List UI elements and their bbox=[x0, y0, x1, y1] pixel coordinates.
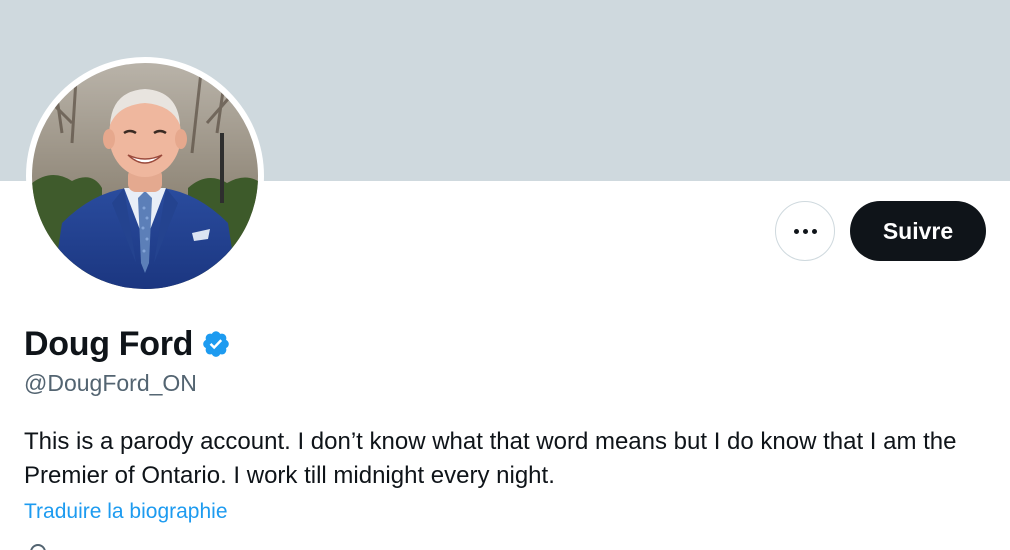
translate-bio-link[interactable]: Traduire la biographie bbox=[24, 498, 228, 526]
avatar-photo bbox=[32, 63, 258, 289]
verified-badge-icon[interactable] bbox=[201, 329, 231, 359]
avatar[interactable] bbox=[26, 57, 264, 295]
profile-page: Suivre Doug Ford @DougFord_ON This is a … bbox=[0, 0, 1010, 550]
more-horizontal-icon bbox=[793, 228, 817, 234]
location-icon bbox=[30, 544, 46, 550]
follow-button[interactable]: Suivre bbox=[850, 201, 986, 261]
more-options-button[interactable] bbox=[775, 201, 835, 261]
profile-handle: @DougFord_ON bbox=[24, 370, 197, 396]
display-name: Doug Ford bbox=[24, 325, 194, 363]
profile-bio: This is a parody account. I don’t know w… bbox=[24, 428, 957, 489]
profile-name-row: Doug Ford bbox=[24, 324, 231, 364]
